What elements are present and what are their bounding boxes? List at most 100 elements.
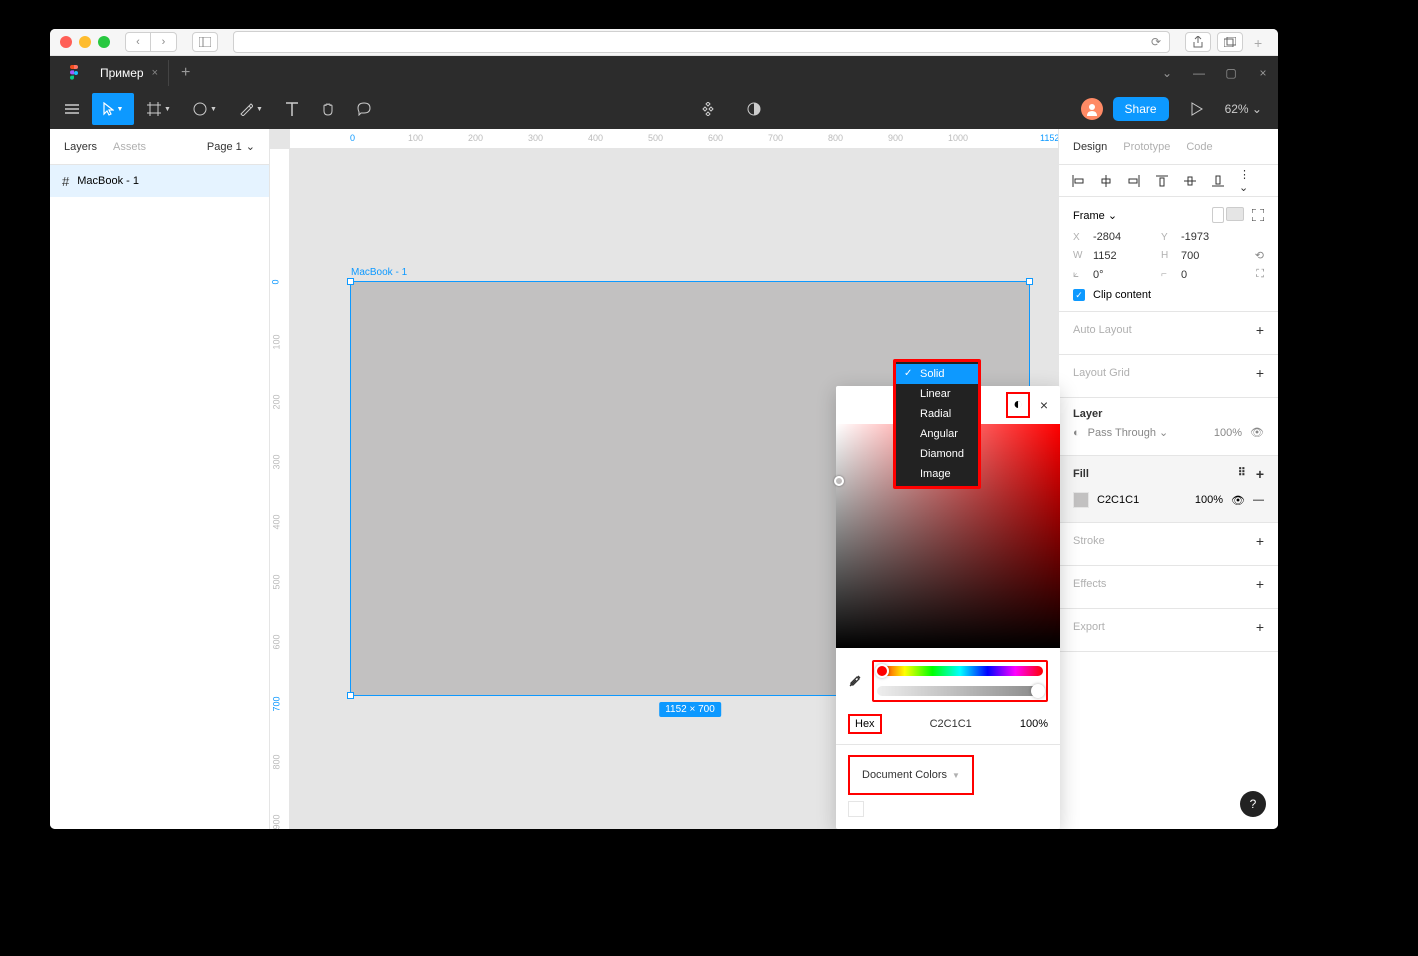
text-tool[interactable]	[276, 93, 308, 125]
tab-code[interactable]: Code	[1186, 141, 1212, 153]
radius-input[interactable]: 0	[1181, 269, 1241, 281]
color-cursor[interactable]	[834, 476, 844, 486]
tabs-icon[interactable]	[1217, 32, 1243, 52]
help-button[interactable]: ?	[1240, 791, 1266, 817]
align-hcenter-icon[interactable]	[1099, 174, 1113, 188]
reload-icon[interactable]: ⟳	[1151, 35, 1161, 49]
add-stroke-button[interactable]: +	[1256, 533, 1264, 549]
distribute-icon[interactable]: ⋮ ⌄	[1239, 174, 1253, 188]
present-button[interactable]	[1181, 93, 1213, 125]
window-restore-icon[interactable]: ▢	[1224, 66, 1238, 80]
landscape-button[interactable]	[1226, 207, 1244, 221]
url-bar[interactable]: ⟳	[233, 31, 1170, 53]
window-minimize[interactable]	[79, 36, 91, 48]
fill-visibility-icon[interactable]: 👁	[1231, 494, 1245, 507]
tab-close-icon[interactable]: ×	[152, 67, 158, 79]
fill-styles-icon[interactable]: ⠿	[1238, 466, 1246, 482]
fill-type-angular[interactable]: Angular	[896, 424, 978, 444]
move-tool[interactable]: ▼	[92, 93, 134, 125]
add-autolayout-button[interactable]: +	[1256, 322, 1264, 338]
fill-type-radial[interactable]: Radial	[896, 404, 978, 424]
forward-button[interactable]: ›	[151, 32, 177, 52]
h-input[interactable]: 700	[1181, 250, 1241, 262]
hex-input[interactable]: C2C1C1	[892, 718, 1010, 730]
document-colors-selector[interactable]: Document Colors ▼	[848, 755, 974, 795]
w-input[interactable]: 1152	[1093, 250, 1153, 262]
assets-tab[interactable]: Assets	[113, 141, 146, 153]
align-bottom-icon[interactable]	[1211, 174, 1225, 188]
eyedropper-icon[interactable]	[848, 674, 862, 688]
shape-tool[interactable]: ▼	[184, 93, 226, 125]
visibility-icon[interactable]: 👁	[1250, 426, 1264, 439]
frame-label[interactable]: MacBook - 1	[351, 267, 407, 278]
add-export-button[interactable]: +	[1256, 619, 1264, 635]
rotation-input[interactable]: 0°	[1093, 269, 1153, 281]
y-input[interactable]: -1973	[1181, 231, 1241, 243]
clip-content-checkbox[interactable]: ✓	[1073, 289, 1085, 301]
fill-type-solid[interactable]: ✓Solid	[896, 364, 978, 384]
mask-icon[interactable]	[738, 93, 770, 125]
resize-to-fit-icon[interactable]	[1252, 209, 1264, 221]
fill-swatch[interactable]	[1073, 492, 1089, 508]
blend-mode-select[interactable]: Pass Through ⌄	[1088, 426, 1169, 439]
pen-tool[interactable]: ▼	[230, 93, 272, 125]
back-button[interactable]: ‹	[125, 32, 151, 52]
tab-design[interactable]: Design	[1073, 141, 1107, 153]
window-close[interactable]	[60, 36, 72, 48]
fill-opacity[interactable]: 100%	[1195, 494, 1223, 506]
document-color-swatch[interactable]	[848, 801, 864, 817]
layers-tab[interactable]: Layers	[64, 141, 97, 153]
zoom-level[interactable]: 62% ⌄	[1225, 102, 1262, 116]
resize-handle-bl[interactable]	[347, 692, 354, 699]
page-selector[interactable]: Page 1 ⌄	[207, 140, 255, 153]
tab-prototype[interactable]: Prototype	[1123, 141, 1170, 153]
fill-type-diamond[interactable]: Diamond	[896, 444, 978, 464]
close-icon[interactable]: ×	[1040, 397, 1048, 413]
lock-aspect-icon[interactable]: ⟲	[1255, 249, 1264, 262]
resize-handle-tl[interactable]	[347, 278, 354, 285]
tab-add-button[interactable]: +	[181, 64, 190, 82]
add-effect-button[interactable]: +	[1256, 576, 1264, 592]
fill-hex[interactable]: C2C1C1	[1097, 494, 1139, 506]
comment-tool[interactable]	[348, 93, 380, 125]
orientation-toggle[interactable]	[1212, 207, 1244, 223]
align-vcenter-icon[interactable]	[1183, 174, 1197, 188]
x-input[interactable]: -2804	[1093, 231, 1153, 243]
opacity-input[interactable]: 100%	[1020, 718, 1048, 730]
add-grid-button[interactable]: +	[1256, 365, 1264, 381]
components-icon[interactable]	[692, 93, 724, 125]
fill-type-image[interactable]: Image	[896, 464, 978, 484]
fill-type-linear[interactable]: Linear	[896, 384, 978, 404]
layer-item[interactable]: # MacBook - 1	[50, 165, 269, 197]
add-fill-button[interactable]: +	[1256, 466, 1264, 482]
new-tab-button[interactable]: +	[1254, 35, 1268, 49]
share-button[interactable]: Share	[1113, 97, 1169, 121]
align-top-icon[interactable]	[1155, 174, 1169, 188]
hue-slider[interactable]	[877, 666, 1043, 676]
align-left-icon[interactable]	[1071, 174, 1085, 188]
ruler-tick: 900	[272, 814, 282, 829]
hand-tool[interactable]	[312, 93, 344, 125]
color-format-selector[interactable]: Hex	[848, 714, 882, 734]
alpha-slider[interactable]	[877, 686, 1043, 696]
fill-remove-icon[interactable]: —	[1253, 494, 1264, 506]
frame-tool[interactable]: ▼	[138, 93, 180, 125]
frame-type-selector[interactable]: Frame ⌄	[1073, 209, 1117, 222]
hue-handle[interactable]	[875, 664, 889, 678]
window-maximize[interactable]	[98, 36, 110, 48]
blend-mode-icon[interactable]: ◐	[1006, 392, 1030, 418]
alpha-handle[interactable]	[1031, 684, 1045, 698]
window-min-icon[interactable]: —	[1192, 66, 1206, 80]
portrait-button[interactable]	[1212, 207, 1224, 223]
sidebar-toggle[interactable]	[192, 32, 218, 52]
independent-corners-icon[interactable]: ⛶	[1256, 268, 1264, 281]
resize-handle-tr[interactable]	[1026, 278, 1033, 285]
align-right-icon[interactable]	[1127, 174, 1141, 188]
window-close-icon[interactable]: ×	[1256, 66, 1270, 80]
menu-button[interactable]	[56, 93, 88, 125]
layer-opacity[interactable]: 100%	[1214, 427, 1242, 439]
document-tab[interactable]: Пример ×	[90, 60, 169, 86]
chevron-down-icon[interactable]: ⌄	[1160, 66, 1174, 80]
avatar[interactable]	[1081, 98, 1103, 120]
share-icon[interactable]	[1185, 32, 1211, 52]
